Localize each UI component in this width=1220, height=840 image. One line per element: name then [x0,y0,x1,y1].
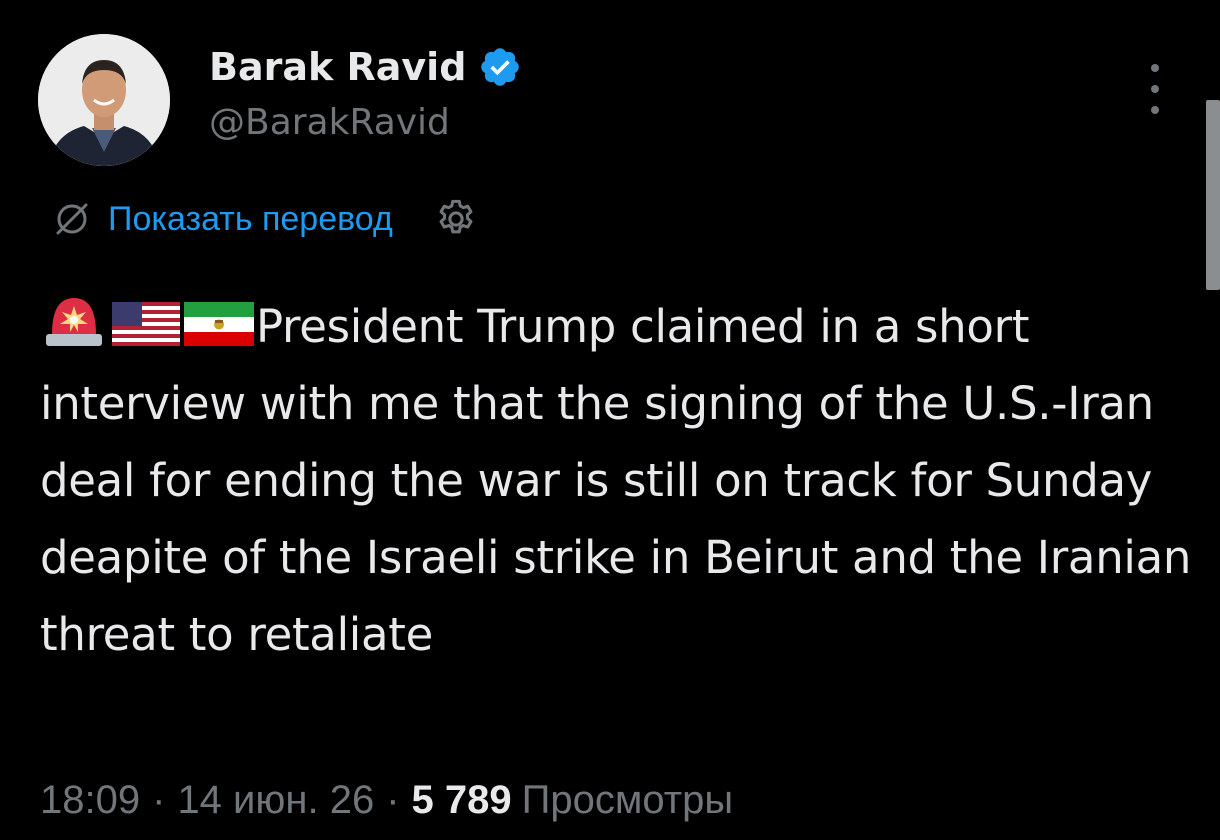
translate-row: Показать перевод [52,196,479,242]
views-count[interactable]: 5 789 [412,778,512,823]
emoji-group [40,284,256,348]
show-translation-link[interactable]: Показать перевод [108,200,393,239]
scrollbar-thumb[interactable] [1206,100,1220,290]
tweet-date[interactable]: 14 июн. 26 [177,778,374,823]
author-name[interactable]: Barak Ravid [209,44,522,90]
tweet-time[interactable]: 18:09 [40,778,140,823]
avatar-photo [38,34,170,166]
more-dot [1151,64,1159,72]
us-flag-emoji [112,302,180,346]
author-name-text[interactable]: Barak Ravid [209,44,466,90]
tweet-text: President Trump claimed in a short inter… [40,284,1200,673]
author-avatar[interactable] [38,34,170,166]
tweet-body-text: President Trump claimed in a short inter… [40,300,1192,661]
more-dot [1151,85,1159,93]
tweet-meta: 18:09 · 14 июн. 26 · 5 789 Просмотры [40,770,733,830]
iran-flag-emoji [184,302,254,346]
translate-globe-icon [56,203,88,235]
more-dot [1151,106,1159,114]
rotating-light-emoji [46,298,102,346]
verified-badge-icon [481,48,520,86]
gear-icon[interactable] [433,196,479,242]
meta-separator: · [152,777,166,822]
more-options-icon[interactable] [1140,64,1170,114]
author-handle[interactable]: @BarakRavid [209,100,450,146]
meta-separator: · [386,777,400,822]
views-label[interactable]: Просмотры [522,778,733,823]
